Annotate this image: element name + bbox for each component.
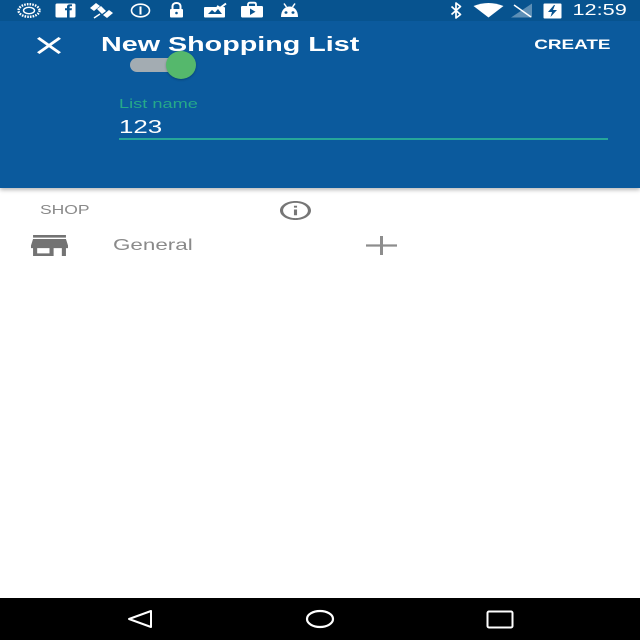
recents-button[interactable] <box>486 610 514 629</box>
status-time: 12:59 <box>572 2 627 19</box>
add-shop-button[interactable] <box>366 236 397 255</box>
play-store-icon <box>240 1 264 18</box>
dial-icon <box>17 2 41 19</box>
shop-name: General <box>113 237 193 254</box>
home-icon <box>305 609 335 629</box>
back-icon <box>128 610 152 628</box>
info-icon <box>280 201 311 220</box>
toggle-thumb <box>166 51 196 79</box>
close-icon <box>37 37 61 54</box>
toggle-switch[interactable] <box>128 50 198 80</box>
recents-icon <box>486 610 514 629</box>
facebook-icon <box>55 3 76 19</box>
shop-list-item[interactable]: General <box>0 225 640 265</box>
back-button[interactable] <box>127 609 153 629</box>
status-bar: 12:59 <box>0 0 640 21</box>
create-button[interactable]: CREATE <box>535 37 611 53</box>
shop-section-header: SHOP <box>40 203 90 217</box>
app-bar: 12:59 New Shopping List CREATE List name <box>0 0 640 188</box>
photo-icon <box>203 2 228 18</box>
wifi-icon <box>473 3 504 18</box>
store-icon <box>31 235 68 256</box>
navigation-bar <box>0 598 640 640</box>
close-button[interactable] <box>37 37 61 54</box>
signal-off-icon <box>510 3 533 18</box>
alert-circle-icon <box>130 3 151 18</box>
shop-info-button[interactable] <box>280 201 311 220</box>
battery-charging-icon <box>543 2 562 19</box>
home-button[interactable] <box>305 609 335 629</box>
list-name-input[interactable] <box>119 116 608 138</box>
satellite-icon <box>88 2 115 19</box>
android-icon <box>279 3 300 18</box>
bluetooth-icon <box>449 2 463 19</box>
add-icon <box>366 236 397 255</box>
list-name-label: List name <box>119 96 198 111</box>
lock-icon <box>168 1 185 18</box>
list-name-underline <box>119 138 608 140</box>
